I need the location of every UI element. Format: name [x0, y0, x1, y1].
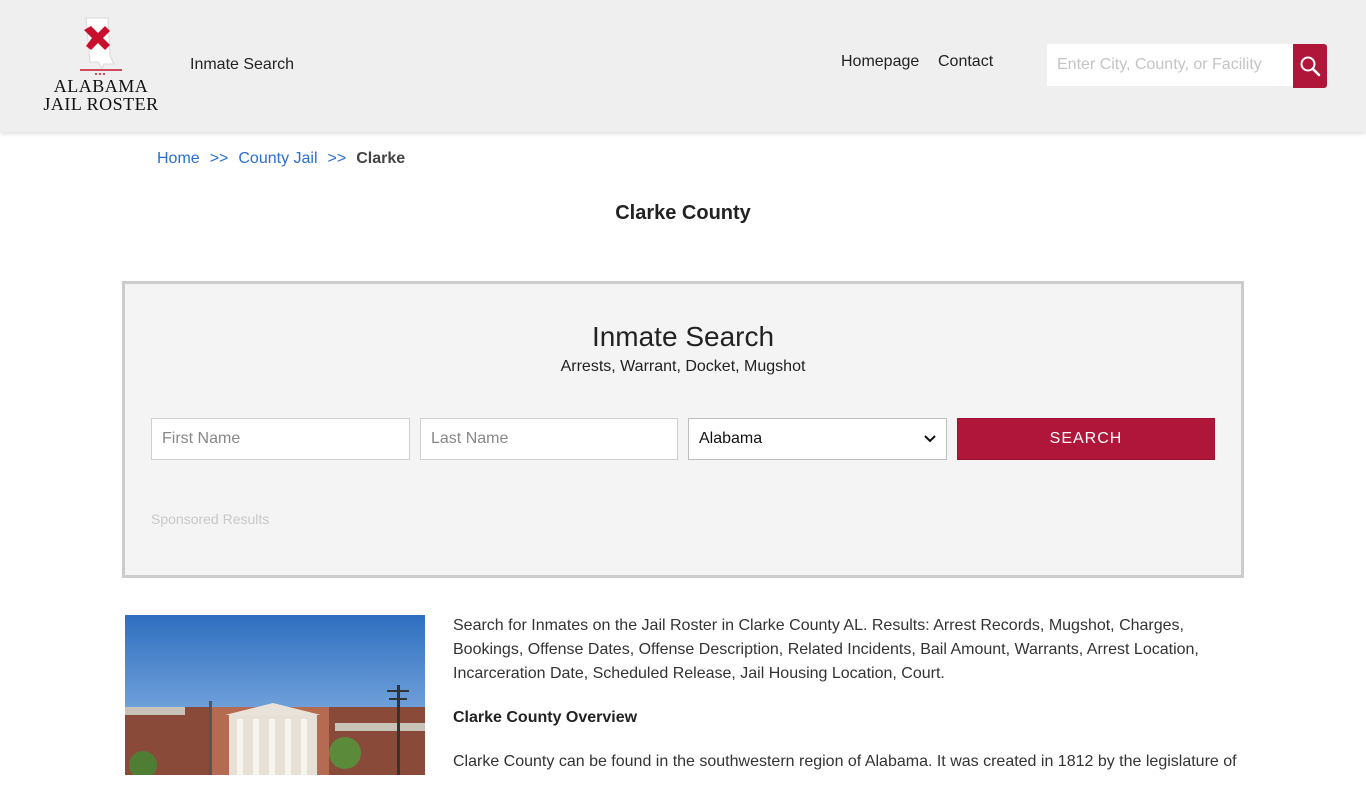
site-logo[interactable]: ALABAMA JAIL ROSTER — [40, 14, 162, 118]
facility-search-button[interactable] — [1293, 44, 1327, 88]
page-title: Clarke County — [615, 202, 751, 224]
inmate-search-title: Inmate Search — [591, 321, 775, 352]
courthouse-photo — [125, 615, 425, 775]
breadcrumb-separator: >> — [209, 150, 229, 167]
first-name-input[interactable] — [151, 418, 410, 460]
last-name-input[interactable] — [420, 418, 678, 460]
breadcrumb-separator: >> — [327, 150, 347, 167]
inmate-search-button[interactable]: SEARCH — [957, 418, 1215, 460]
state-select[interactable]: Alabama — [688, 418, 947, 460]
nav-homepage[interactable]: Homepage — [841, 53, 919, 71]
logo-text-line2: JAIL ROSTER — [43, 94, 159, 114]
nav-contact[interactable]: Contact — [938, 53, 993, 71]
nav-inmate-search[interactable]: Inmate Search — [190, 56, 294, 74]
county-description: Search for Inmates on the Jail Roster in… — [453, 614, 1253, 794]
alabama-map-icon — [80, 17, 122, 75]
breadcrumb: Home >> County Jail >> Clarke — [157, 150, 405, 168]
breadcrumb-current: Clarke — [356, 150, 406, 167]
facility-search-input[interactable] — [1047, 44, 1293, 86]
state-select-value: Alabama — [699, 430, 763, 447]
intro-paragraph: Search for Inmates on the Jail Roster in… — [453, 617, 1199, 682]
sponsored-results-label: Sponsored Results — [151, 511, 270, 527]
inmate-search-subtitle: Arrests, Warrant, Docket, Mugshot — [560, 358, 806, 375]
inmate-search-panel: Inmate Search Arrests, Warrant, Docket, … — [122, 281, 1244, 578]
overview-heading: Clarke County Overview — [453, 709, 638, 726]
breadcrumb-county-jail[interactable]: County Jail — [238, 150, 317, 168]
search-icon — [1300, 56, 1321, 77]
overview-paragraph: Clarke County can be found in the southw… — [453, 753, 1237, 770]
breadcrumb-home[interactable]: Home — [157, 150, 200, 168]
site-header: ALABAMA JAIL ROSTER Inmate Search Homepa… — [0, 0, 1366, 132]
chevron-down-icon — [924, 435, 936, 443]
